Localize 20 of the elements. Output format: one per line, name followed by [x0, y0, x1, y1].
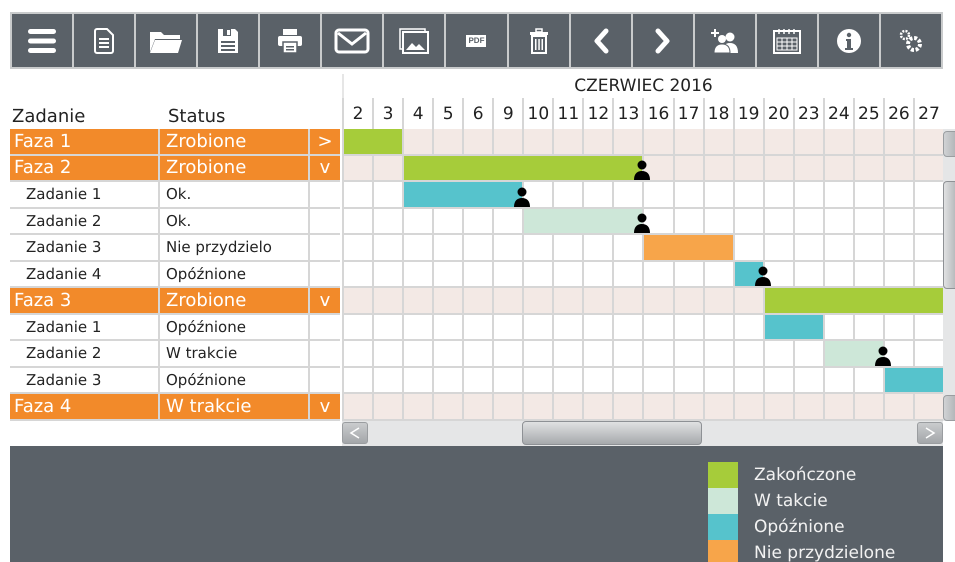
column-header: Status: [167, 105, 226, 129]
expand-toggle[interactable]: v: [310, 288, 340, 312]
expand-toggle[interactable]: v: [310, 394, 340, 418]
phase-status: Zrobione: [160, 156, 310, 180]
pdf-button[interactable]: PDF: [446, 14, 506, 67]
legend-label: Opóźnione: [754, 516, 845, 536]
column-header: Zadanie: [11, 105, 86, 129]
expand-toggle[interactable]: v: [310, 156, 340, 180]
phase-status: W trakcie: [160, 394, 310, 418]
legend-label: Nie przydzielone: [754, 542, 896, 562]
expand-toggle[interactable]: >: [310, 129, 340, 154]
legend-label: W takcie: [754, 490, 828, 510]
phase-status: Zrobione: [160, 288, 310, 312]
month-title: CZERWIEC 2016: [342, 74, 943, 98]
phase-name: Faza 4: [10, 394, 160, 418]
legend-label: Zakończone: [754, 464, 856, 484]
phase-name: Faza 2: [10, 156, 160, 180]
phase-name: Faza 3: [10, 288, 160, 312]
phase-name: Faza 1: [10, 129, 160, 154]
phase-status: Zrobione: [160, 129, 310, 154]
